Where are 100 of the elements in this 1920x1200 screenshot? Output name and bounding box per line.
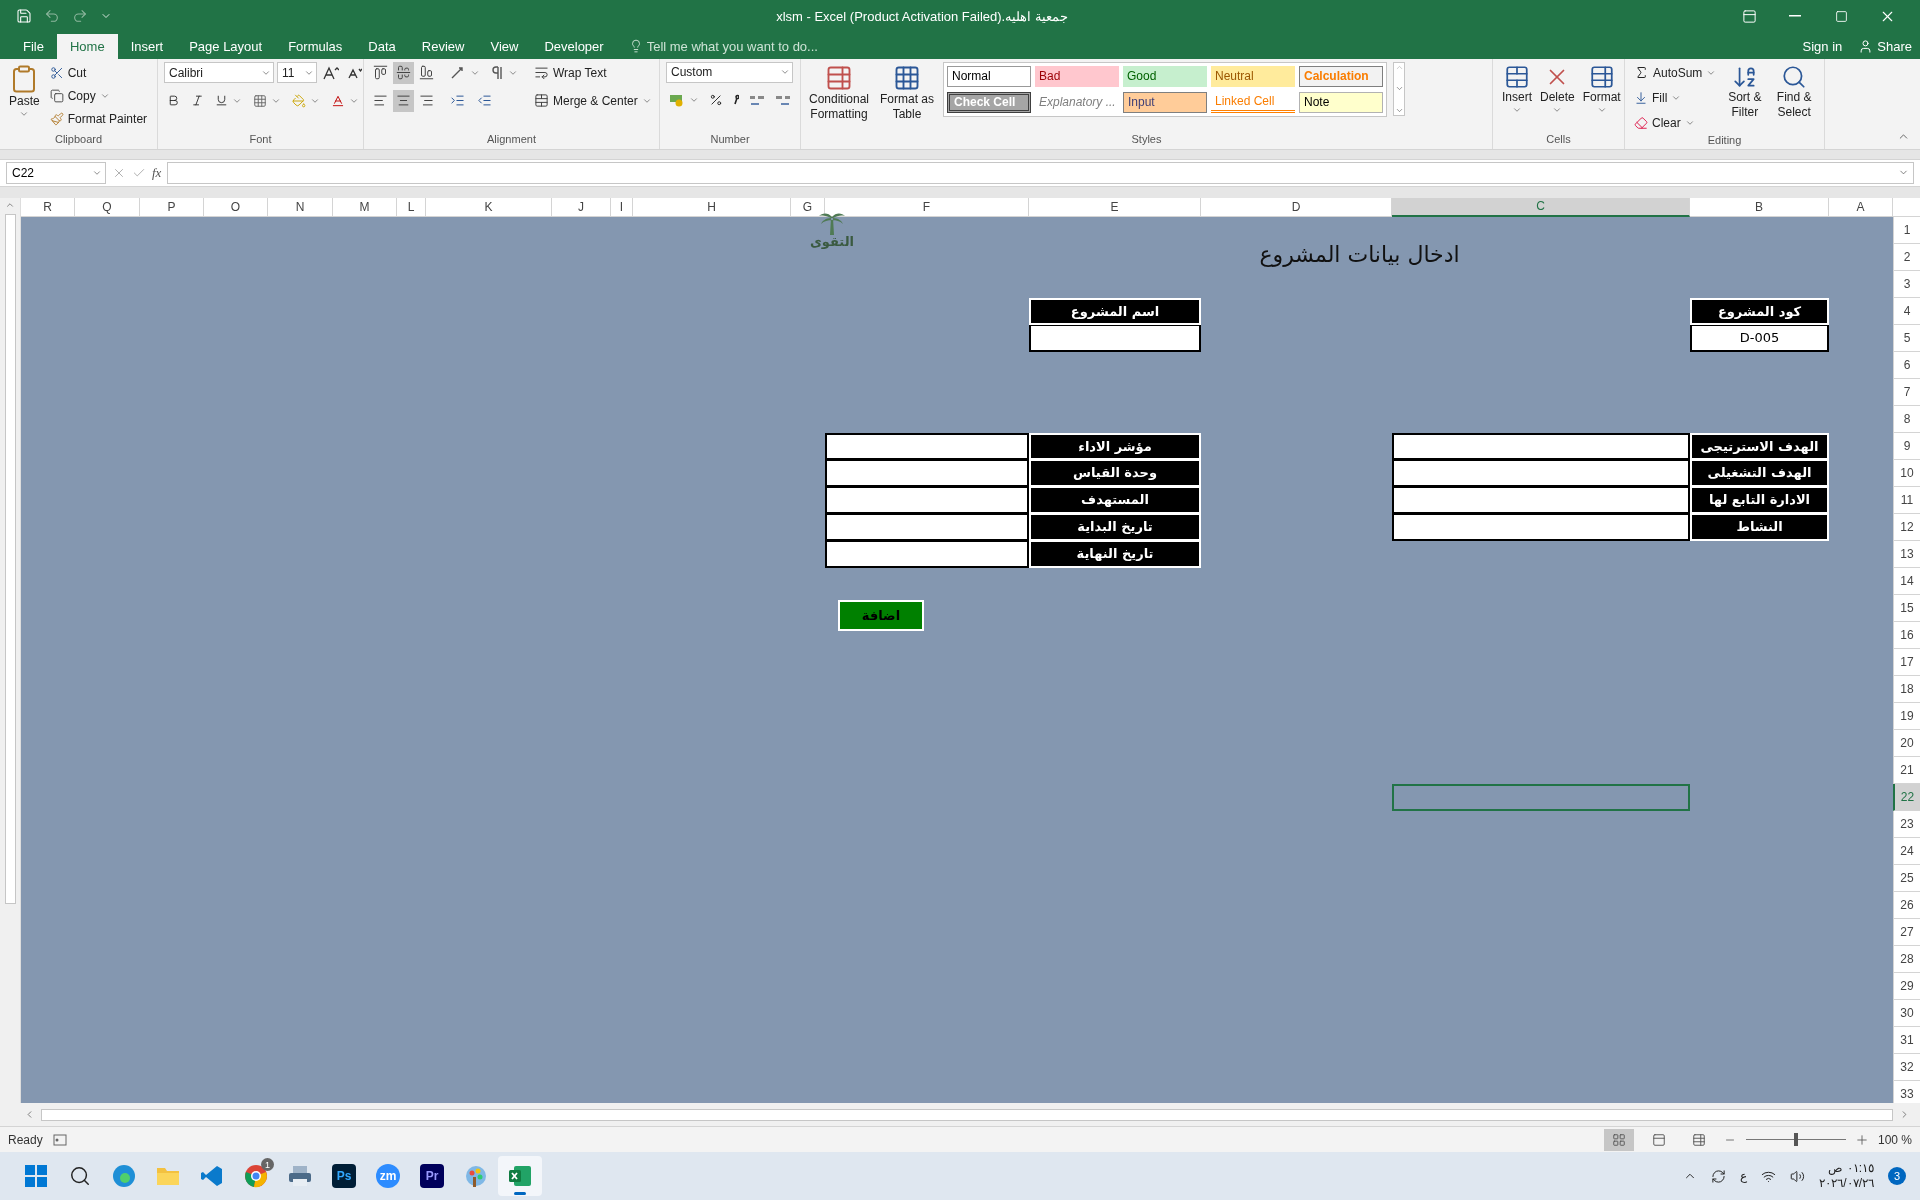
input-field[interactable] bbox=[1392, 459, 1690, 487]
column-header[interactable]: N bbox=[268, 197, 333, 217]
row-header[interactable]: 17 bbox=[1893, 648, 1920, 676]
column-header[interactable]: M bbox=[333, 197, 397, 217]
row-header[interactable]: 1 bbox=[1893, 216, 1920, 244]
row-header[interactable]: 2 bbox=[1893, 243, 1920, 271]
row-header[interactable]: 16 bbox=[1893, 621, 1920, 649]
autosum-button[interactable]: AutoSum bbox=[1631, 61, 1720, 84]
column-header[interactable]: L bbox=[397, 197, 426, 217]
row-header[interactable]: 27 bbox=[1893, 918, 1920, 946]
share-button[interactable]: Share bbox=[1850, 33, 1920, 59]
row-header[interactable]: 31 bbox=[1893, 1026, 1920, 1054]
taskbar-app-button[interactable]: Ps bbox=[322, 1156, 366, 1197]
column-header[interactable]: O bbox=[204, 197, 268, 217]
row-header[interactable]: 18 bbox=[1893, 675, 1920, 703]
add-button[interactable]: اضافة bbox=[838, 599, 924, 631]
selected-cell[interactable] bbox=[1392, 783, 1690, 811]
ribbon-tab[interactable]: Data bbox=[355, 33, 409, 59]
horizontal-align-button[interactable] bbox=[393, 89, 414, 112]
cell-style-option[interactable]: Normal bbox=[947, 65, 1031, 87]
row-header[interactable]: 26 bbox=[1893, 891, 1920, 919]
cells-button[interactable]: Format bbox=[1579, 61, 1624, 117]
column-header[interactable]: H bbox=[633, 197, 791, 217]
column-header[interactable]: C bbox=[1392, 197, 1690, 217]
ribbon-tab[interactable]: Review bbox=[408, 33, 478, 59]
row-header[interactable]: 9 bbox=[1893, 432, 1920, 460]
row-header[interactable]: 30 bbox=[1893, 999, 1920, 1027]
cell-style-option[interactable]: Bad bbox=[1035, 65, 1119, 87]
input-field[interactable] bbox=[1392, 513, 1690, 541]
row-header[interactable]: 19 bbox=[1893, 702, 1920, 730]
column-header[interactable]: K bbox=[426, 197, 552, 217]
input-field[interactable] bbox=[825, 513, 1029, 541]
row-header[interactable]: 13 bbox=[1893, 540, 1920, 568]
row-header[interactable]: 7 bbox=[1893, 378, 1920, 406]
vertical-align-button[interactable] bbox=[393, 61, 414, 84]
sort-filter-button[interactable]: Sort & Filter bbox=[1723, 61, 1767, 122]
row-header[interactable]: 32 bbox=[1893, 1053, 1920, 1081]
paste-button[interactable]: Paste bbox=[6, 61, 43, 121]
row-header[interactable]: 22 bbox=[1893, 783, 1920, 811]
row-header[interactable]: 15 bbox=[1893, 594, 1920, 622]
project-code-field[interactable]: D-005 bbox=[1690, 324, 1829, 352]
ribbon-tab[interactable]: Developer bbox=[531, 33, 617, 59]
column-header[interactable]: F bbox=[825, 197, 1029, 217]
fill-button[interactable]: Fill bbox=[1631, 86, 1720, 109]
input-field[interactable] bbox=[1392, 432, 1690, 460]
format-as-table-button[interactable]: Format as Table bbox=[877, 61, 937, 124]
row-header[interactable]: 5 bbox=[1893, 324, 1920, 352]
column-header[interactable]: D bbox=[1201, 197, 1392, 217]
ribbon-tab[interactable]: Home bbox=[56, 33, 118, 59]
taskbar-app-button[interactable] bbox=[498, 1156, 542, 1197]
insert-function-button[interactable]: fx bbox=[152, 164, 162, 181]
name-box[interactable]: C22 bbox=[6, 161, 106, 184]
find-select-button[interactable]: Find & Select bbox=[1770, 61, 1818, 122]
copy-button[interactable]: Copy bbox=[46, 84, 151, 107]
column-header[interactable]: R bbox=[21, 197, 75, 217]
row-header[interactable]: 23 bbox=[1893, 810, 1920, 838]
column-header[interactable]: E bbox=[1029, 197, 1201, 217]
sign-in-link[interactable]: Sign in bbox=[1794, 33, 1851, 59]
row-header[interactable]: 4 bbox=[1893, 297, 1920, 325]
column-header[interactable]: B bbox=[1690, 197, 1829, 217]
row-header[interactable]: 24 bbox=[1893, 837, 1920, 865]
input-field[interactable] bbox=[825, 459, 1029, 487]
column-header[interactable]: J bbox=[552, 197, 611, 217]
cells-button[interactable]: Insert bbox=[1499, 61, 1535, 117]
conditional-formatting-button[interactable]: Conditional Formatting bbox=[807, 61, 871, 124]
notification-count[interactable]: 3 bbox=[1888, 1167, 1906, 1186]
column-header[interactable]: Q bbox=[75, 197, 140, 217]
cell-style-option[interactable]: Input bbox=[1123, 91, 1207, 113]
zoom-slider-thumb[interactable] bbox=[1793, 1133, 1798, 1147]
taskbar-app-button[interactable]: Pr bbox=[410, 1156, 454, 1197]
project-name-field[interactable] bbox=[1029, 324, 1201, 352]
row-header[interactable]: 29 bbox=[1893, 972, 1920, 1000]
tell-me-field[interactable]: Tell me what you want to do... bbox=[646, 38, 818, 54]
row-header[interactable]: 21 bbox=[1893, 756, 1920, 784]
ribbon-tab[interactable]: Insert bbox=[117, 33, 177, 59]
row-header[interactable]: 10 bbox=[1893, 459, 1920, 487]
row-header[interactable]: 11 bbox=[1893, 486, 1920, 514]
font-size-field[interactable]: 11 bbox=[277, 62, 317, 84]
input-field[interactable] bbox=[825, 540, 1029, 568]
formula-input[interactable] bbox=[167, 161, 1914, 184]
column-header[interactable]: G bbox=[791, 197, 825, 217]
view-button[interactable] bbox=[1603, 1128, 1634, 1151]
input-field[interactable] bbox=[825, 432, 1029, 460]
column-header[interactable]: I bbox=[611, 197, 633, 217]
cell-style-option[interactable]: Note bbox=[1299, 91, 1383, 113]
row-header[interactable]: 20 bbox=[1893, 729, 1920, 757]
column-header[interactable]: P bbox=[140, 197, 204, 217]
scrollbar-thumb[interactable] bbox=[41, 1108, 1893, 1121]
row-header[interactable]: 28 bbox=[1893, 945, 1920, 973]
clear-button[interactable]: Clear bbox=[1631, 111, 1720, 134]
cut-button[interactable]: Cut bbox=[46, 61, 151, 84]
column-header[interactable]: A bbox=[1829, 197, 1893, 217]
merge-center-button[interactable]: Merge & Center bbox=[531, 89, 655, 112]
ribbon-tab[interactable]: Page Layout bbox=[176, 33, 276, 59]
ribbon-tab[interactable]: View bbox=[477, 33, 532, 59]
scrollbar-thumb[interactable] bbox=[4, 213, 16, 904]
cell-style-option[interactable]: Neutral bbox=[1211, 65, 1295, 87]
row-header[interactable]: 12 bbox=[1893, 513, 1920, 541]
ribbon-tab[interactable]: Formulas bbox=[275, 33, 356, 59]
cells-button[interactable]: Delete bbox=[1537, 61, 1578, 117]
